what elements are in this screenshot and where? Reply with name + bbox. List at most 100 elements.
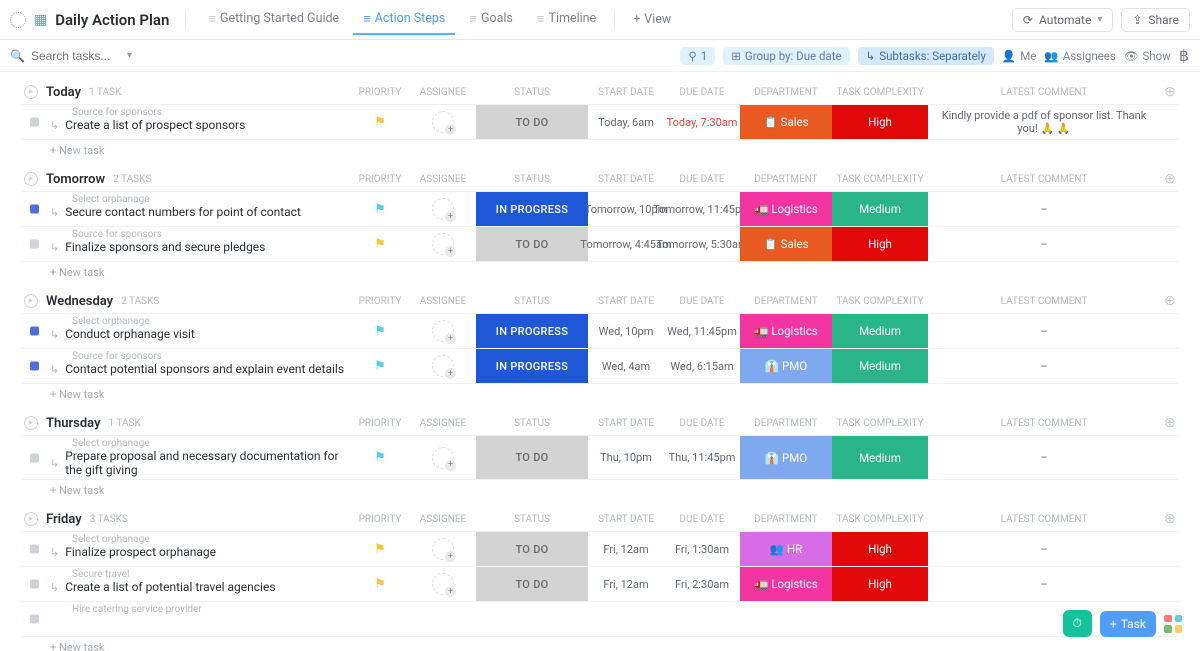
complexity-cell[interactable]: High: [832, 105, 928, 139]
due-date-cell[interactable]: Thu, 11:45pm: [664, 436, 740, 479]
tab-goals[interactable]: ≡Goals: [459, 5, 523, 35]
collapse-icon[interactable]: ▸: [24, 172, 38, 186]
due-date-cell[interactable]: Tomorrow, 11:45pm: [664, 192, 740, 226]
start-date-cell[interactable]: Wed, 4am: [588, 349, 664, 383]
comment-cell[interactable]: –: [928, 349, 1160, 383]
task-row[interactable]: Select orphanage ↳ Secure contact number…: [20, 192, 1180, 226]
due-date-cell[interactable]: Fri, 1:30am: [664, 532, 740, 566]
task-row[interactable]: Secure travel ↳ Create a list of potenti…: [20, 566, 1180, 601]
assignee-cell[interactable]: [410, 314, 476, 348]
task-row[interactable]: Select orphanage ↳ Prepare proposal and …: [20, 436, 1180, 479]
show-filter[interactable]: 👁 Show: [1124, 49, 1171, 63]
complexity-cell[interactable]: Medium: [832, 192, 928, 226]
collapse-icon[interactable]: ▸: [24, 512, 38, 526]
collapse-icon[interactable]: ▸: [24, 85, 38, 99]
comment-cell[interactable]: –: [928, 567, 1160, 601]
drag-handle[interactable]: [30, 453, 39, 462]
priority-cell[interactable]: ⚑: [350, 314, 410, 348]
status-cell[interactable]: IN PROGRESS: [476, 314, 588, 348]
department-cell[interactable]: 📋 Sales: [740, 105, 832, 139]
assignee-cell[interactable]: [410, 532, 476, 566]
drag-handle[interactable]: [30, 362, 39, 371]
me-filter[interactable]: 👤 Me: [1002, 49, 1036, 63]
comment-cell[interactable]: –: [928, 532, 1160, 566]
new-task-link[interactable]: + New task: [50, 641, 1180, 651]
assignees-filter[interactable]: 👥 Assignees: [1044, 49, 1115, 63]
status-cell[interactable]: IN PROGRESS: [476, 349, 588, 383]
priority-cell[interactable]: ⚑: [350, 532, 410, 566]
comment-cell[interactable]: –: [928, 227, 1160, 261]
complexity-cell[interactable]: Medium: [832, 314, 928, 348]
assignee-add-icon[interactable]: [432, 447, 454, 469]
complexity-cell[interactable]: Medium: [832, 436, 928, 479]
comment-cell[interactable]: –: [928, 192, 1160, 226]
assignee-cell[interactable]: [410, 567, 476, 601]
complexity-cell[interactable]: Medium: [832, 349, 928, 383]
department-cell[interactable]: 👔 PMO: [740, 349, 832, 383]
due-date-cell[interactable]: Wed, 6:15am: [664, 349, 740, 383]
drag-handle[interactable]: [30, 205, 39, 214]
new-task-link[interactable]: + New task: [50, 144, 1180, 157]
status-cell[interactable]: TO DO: [476, 105, 588, 139]
collapse-icon[interactable]: ▸: [24, 294, 38, 308]
new-task-link[interactable]: + New task: [50, 484, 1180, 497]
drag-handle[interactable]: [30, 118, 39, 127]
assignee-add-icon[interactable]: [432, 538, 454, 560]
assignee-add-icon[interactable]: [432, 233, 454, 255]
collapse-icon[interactable]: ▸: [24, 416, 38, 430]
comment-cell[interactable]: –: [928, 314, 1160, 348]
task-row[interactable]: Select orphanage ↳ Finalize prospect orp…: [20, 532, 1180, 566]
add-column-icon[interactable]: ⊕: [1160, 171, 1180, 187]
new-task-link[interactable]: + New task: [50, 388, 1180, 401]
assignee-add-icon[interactable]: [432, 573, 454, 595]
share-button[interactable]: ⇪ Share: [1121, 8, 1190, 32]
priority-cell[interactable]: ⚑: [350, 349, 410, 383]
filter-pill[interactable]: ⚲ 1: [680, 47, 715, 65]
start-date-cell[interactable]: Today, 6am: [588, 105, 664, 139]
search-input[interactable]: [31, 49, 121, 63]
assignee-cell[interactable]: [410, 436, 476, 479]
drag-handle[interactable]: [30, 615, 39, 624]
drag-handle[interactable]: [30, 327, 39, 336]
tab-getting-started-guide[interactable]: ≡Getting Started Guide: [198, 5, 349, 35]
assignee-cell[interactable]: [410, 349, 476, 383]
start-date-cell[interactable]: Wed, 10pm: [588, 314, 664, 348]
apps-icon[interactable]: [1164, 615, 1182, 633]
department-cell[interactable]: 👔 PMO: [740, 436, 832, 479]
task-row[interactable]: Source for sponsors ↳ Contact potential …: [20, 348, 1180, 383]
assignee-cell[interactable]: [410, 227, 476, 261]
department-cell[interactable]: 🚛 Logistics: [740, 192, 832, 226]
department-cell[interactable]: 👥 HR: [740, 532, 832, 566]
more-icon[interactable]: ฿: [1179, 46, 1190, 65]
complexity-cell[interactable]: High: [832, 532, 928, 566]
status-cell[interactable]: TO DO: [476, 227, 588, 261]
drag-handle[interactable]: [30, 580, 39, 589]
priority-cell[interactable]: ⚑: [350, 567, 410, 601]
search-wrap[interactable]: 🔍 ▾: [10, 49, 132, 63]
drag-handle[interactable]: [30, 240, 39, 249]
add-column-icon[interactable]: ⊕: [1160, 415, 1180, 431]
automate-button[interactable]: ⟳ Automate ▾: [1012, 8, 1113, 32]
subtasks-pill[interactable]: ↳ Subtasks: Separately: [858, 47, 994, 65]
add-column-icon[interactable]: ⊕: [1160, 84, 1180, 100]
start-date-cell[interactable]: Fri, 12am: [588, 567, 664, 601]
groupby-pill[interactable]: ⊞ Group by: Due date: [723, 47, 849, 65]
assignee-add-icon[interactable]: [432, 320, 454, 342]
start-date-cell[interactable]: Thu, 10pm: [588, 436, 664, 479]
task-row[interactable]: Source for sponsors ↳ Create a list of p…: [20, 105, 1180, 139]
assignee-add-icon[interactable]: [432, 111, 454, 133]
tab-action-steps[interactable]: ≡Action Steps: [353, 5, 455, 35]
assignee-cell[interactable]: [410, 105, 476, 139]
start-date-cell[interactable]: Fri, 12am: [588, 532, 664, 566]
priority-cell[interactable]: ⚑: [350, 436, 410, 479]
comment-cell[interactable]: –: [928, 436, 1160, 479]
complexity-cell[interactable]: High: [832, 567, 928, 601]
priority-cell[interactable]: ⚑: [350, 105, 410, 139]
complexity-cell[interactable]: High: [832, 227, 928, 261]
department-cell[interactable]: 🚛 Logistics: [740, 567, 832, 601]
new-task-button[interactable]: + Task: [1100, 611, 1156, 637]
timer-button[interactable]: ⏱: [1063, 610, 1092, 637]
due-date-cell[interactable]: Fri, 2:30am: [664, 567, 740, 601]
assignee-add-icon[interactable]: [432, 355, 454, 377]
add-column-icon[interactable]: ⊕: [1160, 511, 1180, 527]
